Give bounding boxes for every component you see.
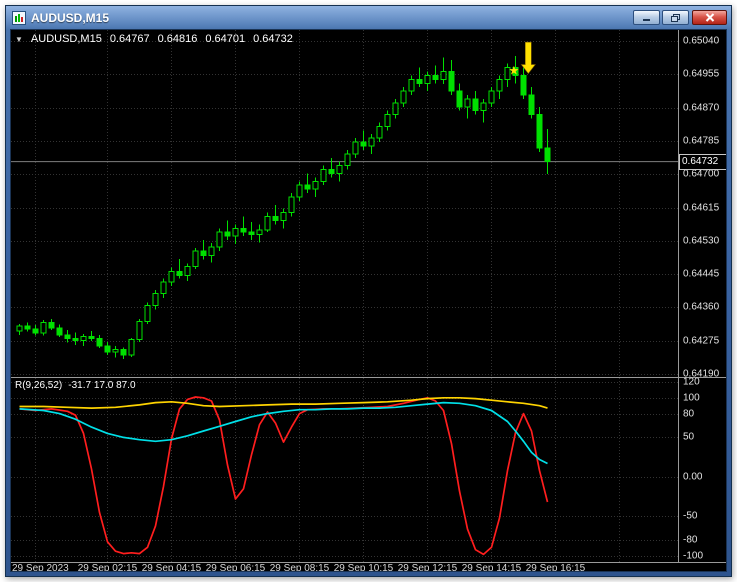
indicator-scale-tick: -50 [683,510,698,522]
indicator-scale-tick: -80 [683,534,698,546]
open-value: 0.64767 [109,33,150,45]
close-icon [705,13,714,22]
chart-area: ★ ▼ AUDUSD,M15 0.64767 0.64816 0.64701 0… [10,29,727,572]
indicator-values: -31.7 17.0 87.0 [68,380,136,391]
candlesticks [16,55,551,360]
price-tick: 0.64615 [683,202,720,213]
indicator-scale-tick: 80 [683,408,695,420]
panel-separators [11,30,726,563]
bid-price-tag: 0.64732 [679,153,726,170]
indicator-scale-tick: 50 [683,431,695,443]
price-tick: 0.64955 [683,68,720,80]
price-tick: 0.64445 [683,268,720,280]
indicator-line-signal-cyan [19,401,548,465]
price-tick: 0.64360 [683,301,720,313]
indicator-scale-tick: 0.00 [683,471,703,483]
high-value: 0.64816 [157,33,198,45]
price-tick: 0.64275 [683,335,720,347]
price-tick: 0.64700 [683,168,720,180]
restore-button[interactable] [662,10,689,25]
low-value: 0.64701 [205,33,246,45]
indicator-scale-tick: -100 [683,550,704,562]
star-marker: ★ [509,63,520,77]
indicator-lines [19,396,549,556]
chart-icon [12,10,26,25]
title-bar[interactable]: AUDUSD,M15 [6,6,731,29]
price-tick: 0.64530 [683,235,720,247]
indicator-line-main-red [19,396,549,556]
chart-canvas[interactable]: ★ [11,30,727,572]
minimize-icon [643,19,650,21]
time-tick: 29 Sep 16:15 [525,563,586,572]
symbol-label: AUDUSD,M15 [30,33,102,45]
collapse-arrow-icon[interactable]: ▼ [15,35,23,44]
window-controls [633,10,727,25]
close-button[interactable] [692,10,727,25]
price-tick: 0.65040 [683,35,720,47]
close-value: 0.64732 [253,33,293,45]
restore-icon [671,13,680,22]
indicator-label: R(9,26,52) -31.7 17.0 87.0 [15,380,136,391]
indicator-scale-tick: 100 [683,392,700,404]
window-title: AUDUSD,M15 [31,10,110,25]
indicator-name: R(9,26,52) [15,380,63,391]
chart-ohlc-header: ▼ AUDUSD,M15 0.64767 0.64816 0.64701 0.6… [15,33,293,45]
indicator-line-slow-yellow [19,396,548,409]
grid [11,30,678,562]
time-axis[interactable]: 29 Sep 2023 29 Sep 02:15 29 Sep 04:15 29 Se… [11,562,678,572]
indicator-scale-tick: 120 [683,376,700,388]
minimize-button[interactable] [633,10,660,25]
chart-window: AUDUSD,M15 ★ ▼ AUDUSD,M15 0.64767 0.6481… [5,5,732,577]
price-axis[interactable]: 0.65040 0.64955 0.64870 0.64785 0.64700 0.646… [679,30,726,563]
price-tick: 0.64785 [683,135,720,147]
price-tick: 0.64870 [683,102,720,114]
